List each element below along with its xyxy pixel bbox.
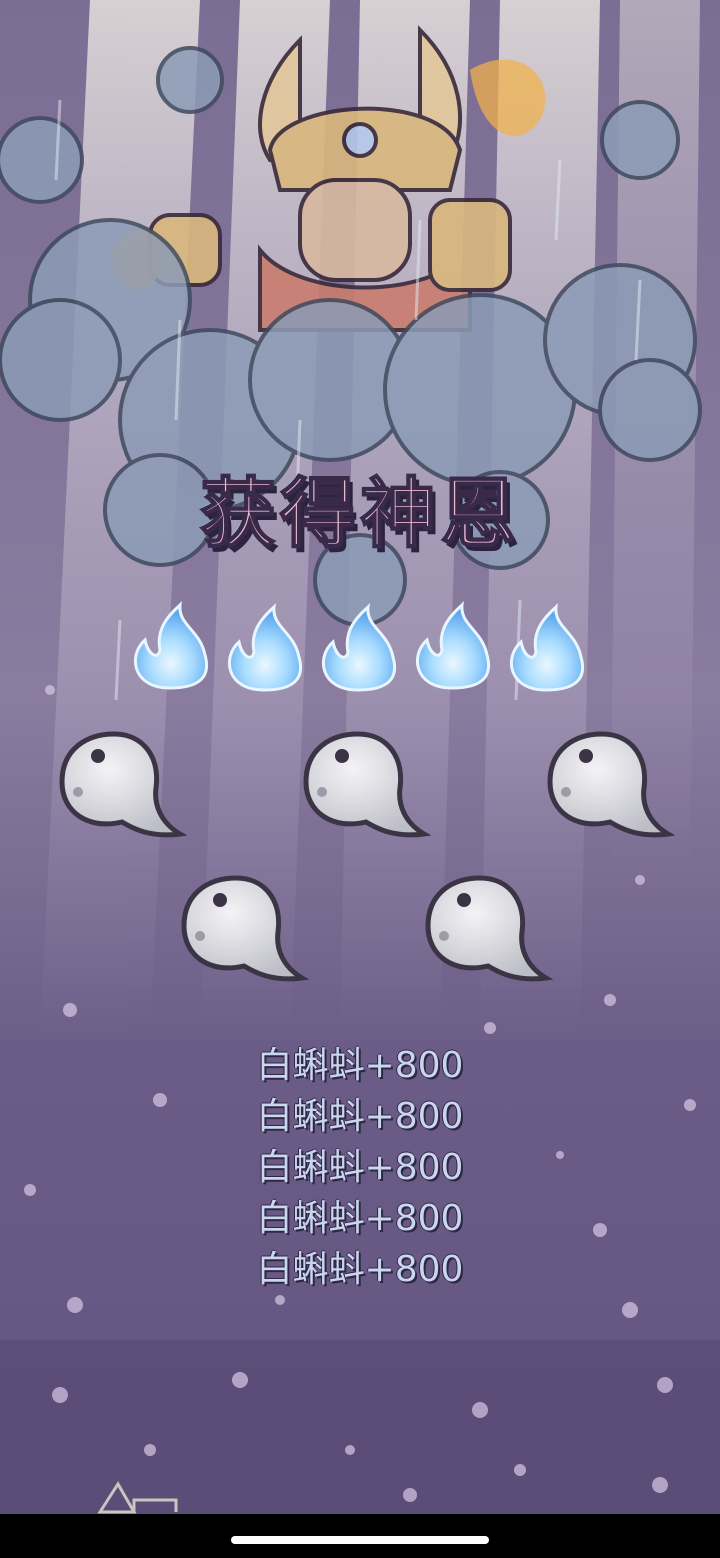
- blessing-title: 获得神恩: [199, 468, 520, 559]
- home-indicator[interactable]: [231, 1536, 489, 1544]
- reward-item: 白蝌蚪+800: [256, 1198, 464, 1239]
- reward-item: 白蝌蚪+800: [256, 1249, 464, 1290]
- game-scene: [0, 0, 720, 1558]
- reward-item: 白蝌蚪+800: [256, 1096, 464, 1137]
- reward-list: 白蝌蚪+800 白蝌蚪+800 白蝌蚪+800 白蝌蚪+800 白蝌蚪+800: [0, 1040, 720, 1295]
- reward-item: 白蝌蚪+800: [256, 1045, 464, 1086]
- reward-item: 白蝌蚪+800: [256, 1147, 464, 1188]
